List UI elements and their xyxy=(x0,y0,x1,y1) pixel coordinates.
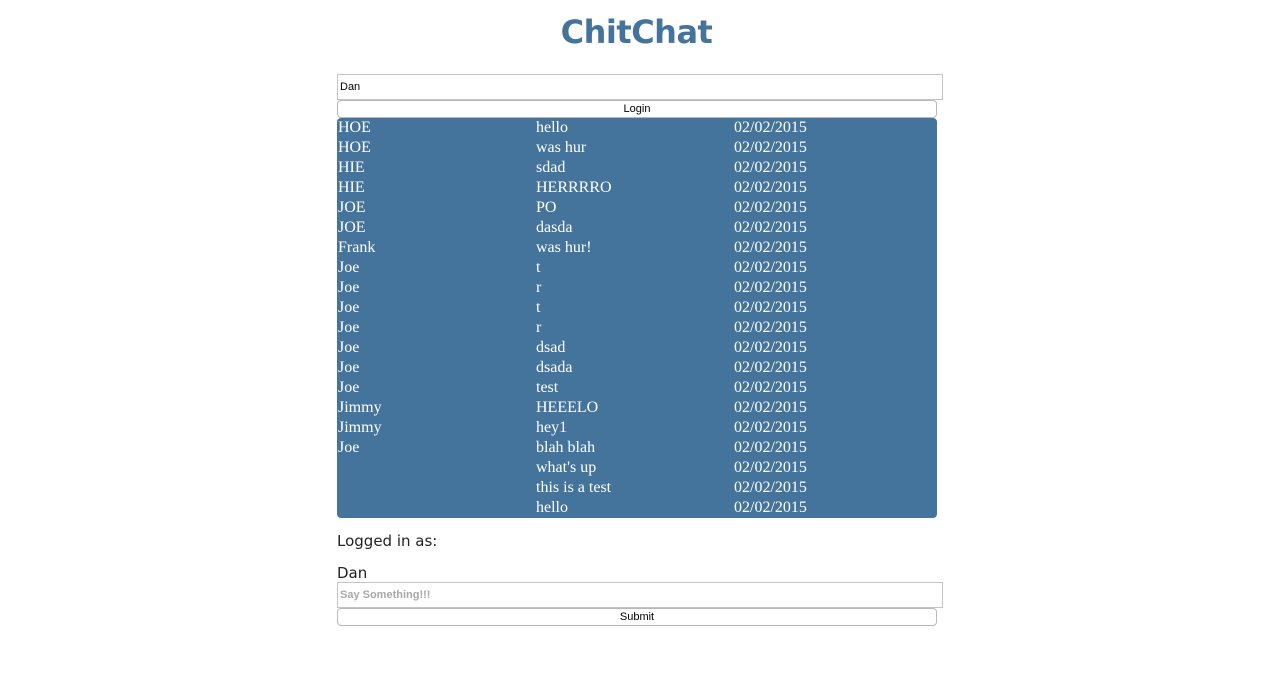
message-row: Joe r 02/02/2015 xyxy=(337,278,937,298)
message-text: what's up xyxy=(536,459,597,476)
message-row: Frank was hur! 02/02/2015 xyxy=(337,238,937,258)
message-date: 02/02/2015 xyxy=(734,419,807,436)
message-text: t xyxy=(536,299,541,316)
message-text: r xyxy=(536,279,542,296)
message-date: 02/02/2015 xyxy=(734,119,807,136)
message-user: Joe xyxy=(338,319,360,336)
message-user: Joe xyxy=(338,439,360,456)
submit-button[interactable]: Submit xyxy=(337,608,937,626)
message-row: Joe dsada 02/02/2015 xyxy=(337,358,937,378)
message-user: HIE xyxy=(338,159,365,176)
message-row: JOE PO 02/02/2015 xyxy=(337,198,937,218)
message-date: 02/02/2015 xyxy=(734,459,807,476)
message-text: PO xyxy=(536,199,557,216)
message-user: HOE xyxy=(338,139,371,156)
message-user: Joe xyxy=(338,339,360,356)
logged-in-username: Dan xyxy=(337,564,368,582)
message-date: 02/02/2015 xyxy=(734,439,807,456)
message-date: 02/02/2015 xyxy=(734,179,807,196)
message-user xyxy=(337,498,536,518)
message-text: blah blah xyxy=(536,439,596,456)
message-date: 02/02/2015 xyxy=(734,159,807,176)
message-text: hey1 xyxy=(536,419,568,436)
message-row: Joe t 02/02/2015 xyxy=(337,258,937,278)
message-date: 02/02/2015 xyxy=(734,239,807,256)
message-user: Joe xyxy=(338,379,360,396)
message-row: Joe test 02/02/2015 xyxy=(337,378,937,398)
message-user: JOE xyxy=(338,219,366,236)
message-row: Joe blah blah 02/02/2015 xyxy=(337,438,937,458)
message-date: 02/02/2015 xyxy=(734,199,807,216)
message-row: Joe t 02/02/2015 xyxy=(337,298,937,318)
message-text: test xyxy=(536,379,559,396)
message-input[interactable] xyxy=(337,582,943,608)
message-user: Joe xyxy=(338,359,360,376)
message-user xyxy=(337,458,536,478)
login-button[interactable]: Login xyxy=(337,100,937,118)
message-text: r xyxy=(536,319,542,336)
message-date: 02/02/2015 xyxy=(734,499,807,516)
message-text: t xyxy=(536,259,541,276)
message-date: 02/02/2015 xyxy=(734,219,807,236)
username-input[interactable] xyxy=(337,74,943,100)
message-text: sdad xyxy=(536,159,566,176)
message-row: HIE sdad 02/02/2015 xyxy=(337,158,937,178)
message-date: 02/02/2015 xyxy=(734,299,807,316)
message-row: Joe r 02/02/2015 xyxy=(337,318,937,338)
message-date: 02/02/2015 xyxy=(734,399,807,416)
message-user: JOE xyxy=(338,199,366,216)
message-user: Joe xyxy=(338,279,360,296)
message-date: 02/02/2015 xyxy=(734,139,807,156)
message-user: HOE xyxy=(338,119,371,136)
message-user: Joe xyxy=(338,259,360,276)
message-user: Jimmy xyxy=(338,419,382,436)
message-row: HOE hello 02/02/2015 xyxy=(337,118,937,138)
message-row: Joe dsad 02/02/2015 xyxy=(337,338,937,358)
message-row: HIE HERRRRO 02/02/2015 xyxy=(337,178,937,198)
message-date: 02/02/2015 xyxy=(734,379,807,396)
message-user xyxy=(337,478,536,498)
message-date: 02/02/2015 xyxy=(734,259,807,276)
message-text: dsad xyxy=(536,339,566,356)
message-row: HOE was hur 02/02/2015 xyxy=(337,138,937,158)
message-user: HIE xyxy=(338,179,365,196)
message-date: 02/02/2015 xyxy=(734,339,807,356)
message-text: HERRRRO xyxy=(536,179,612,196)
logged-in-label: Logged in as: xyxy=(337,532,438,550)
message-row: what's up 02/02/2015 xyxy=(337,458,937,478)
message-text: this is a test xyxy=(536,479,612,496)
message-user: Jimmy xyxy=(338,399,382,416)
message-row: hello 02/02/2015 xyxy=(337,498,937,518)
message-row: this is a test 02/02/2015 xyxy=(337,478,937,498)
message-row: JOE dasda 02/02/2015 xyxy=(337,218,937,238)
message-date: 02/02/2015 xyxy=(734,319,807,336)
message-text: HEEELO xyxy=(536,399,599,416)
message-date: 02/02/2015 xyxy=(734,359,807,376)
message-text: was hur! xyxy=(536,239,592,256)
chat-messages-panel: HOE hello 02/02/2015 HOE was hur 02/02/2015 HI… xyxy=(337,118,937,518)
message-text: was hur xyxy=(536,139,587,156)
message-text: dsada xyxy=(536,359,573,376)
message-date: 02/02/2015 xyxy=(734,479,807,496)
message-row: Jimmy HEEELO 02/02/2015 xyxy=(337,398,937,418)
message-user: Frank xyxy=(338,239,376,256)
message-date: 02/02/2015 xyxy=(734,279,807,296)
message-row: Jimmy hey1 02/02/2015 xyxy=(337,418,937,438)
message-text: hello xyxy=(536,499,568,516)
app-title: ChitChat xyxy=(560,13,713,51)
message-user: Joe xyxy=(338,299,360,316)
message-text: dasda xyxy=(536,219,573,236)
message-text: hello xyxy=(536,119,568,136)
